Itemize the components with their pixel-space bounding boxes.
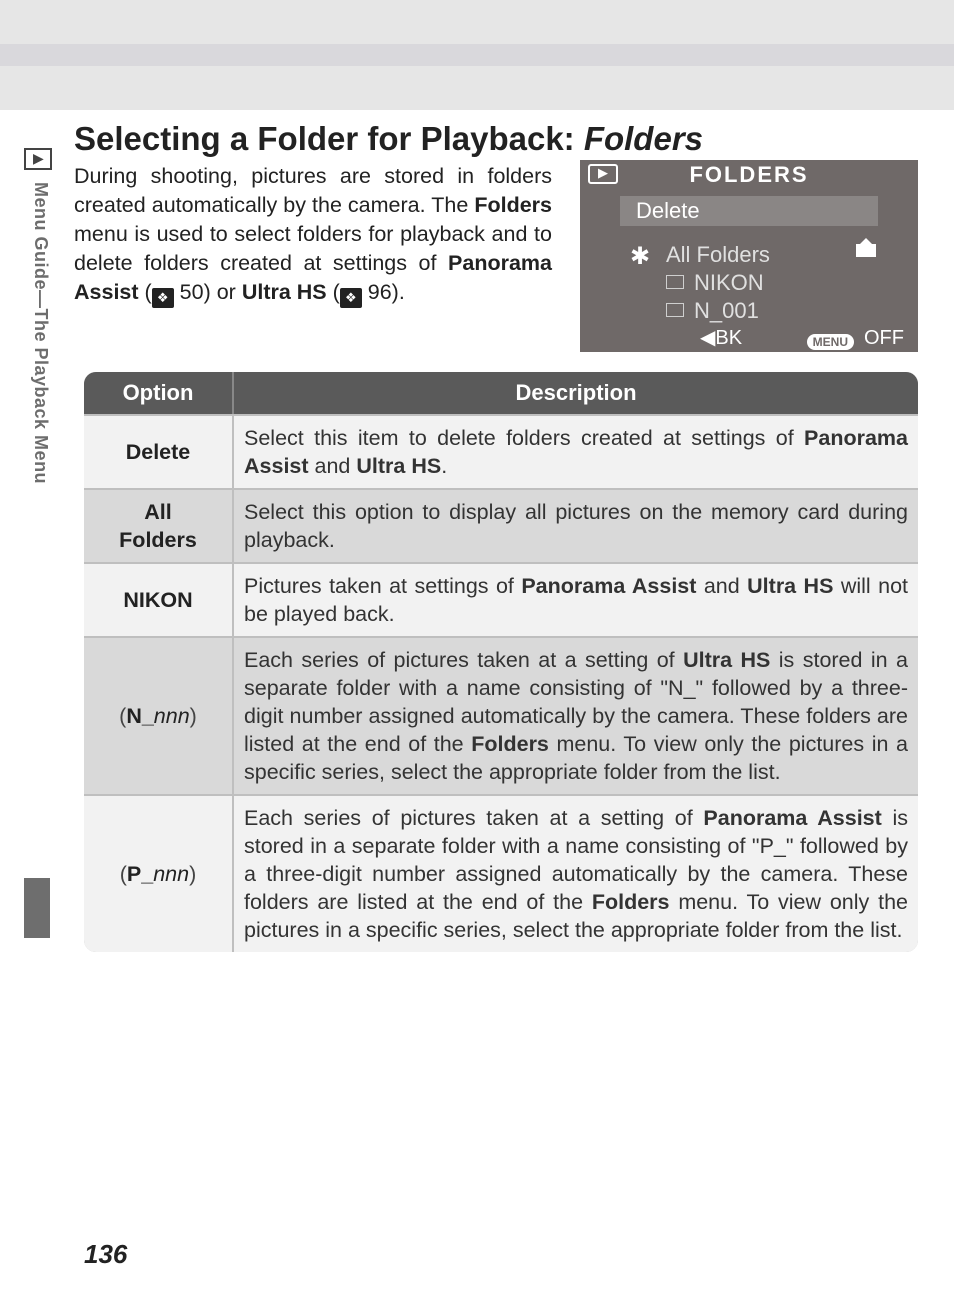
opt-all-folders: AllFolders <box>84 488 234 562</box>
section-heading: Selecting a Folder for Playback: Folders <box>74 120 703 158</box>
lcd-row-nikon-text: NIKON <box>694 270 764 295</box>
star-icon: ✱ <box>630 242 650 271</box>
folder-icon <box>666 275 684 289</box>
desc-delete: Select this item to delete folders creat… <box>234 414 918 488</box>
opt-delete: Delete <box>84 414 234 488</box>
desc-p-nnn: Each series of pictures taken at a setti… <box>234 794 918 952</box>
side-accent <box>24 878 50 938</box>
table-row: (N_nnn) Each series of pictures taken at… <box>84 636 918 794</box>
folder-icon <box>666 303 684 317</box>
lcd-screenshot: FOLDERS 🗀🗑 Delete ✱ All Folders NIKON N_… <box>580 160 918 352</box>
heading-ital: Folders <box>584 120 703 157</box>
opt-p-nnn: (P_nnn) <box>84 794 234 952</box>
lcd-title: FOLDERS <box>580 162 918 188</box>
page-number: 136 <box>84 1239 127 1270</box>
lcd-row-nikon: NIKON <box>666 270 764 296</box>
lcd-row-n001-text: N_001 <box>694 298 759 323</box>
opt-nikon: NIKON <box>84 562 234 636</box>
table-header-row: Option Description <box>84 372 918 414</box>
desc-n-nnn: Each series of pictures taken at a setti… <box>234 636 918 794</box>
heading-plain: Selecting a Folder for Playback: <box>74 120 584 157</box>
lcd-row-n001: N_001 <box>666 298 759 324</box>
intro-paragraph: During shooting, pictures are stored in … <box>74 162 552 308</box>
select-icon <box>856 244 876 260</box>
lcd-row-all: All Folders <box>666 242 770 268</box>
desc-nikon: Pictures taken at settings of Panorama A… <box>234 562 918 636</box>
th-description: Description <box>234 372 918 414</box>
lcd-row-delete: Delete <box>620 196 878 226</box>
lcd-menu-badge: MENU <box>807 334 854 350</box>
top-band <box>0 0 954 110</box>
lcd-back: ◀BK <box>700 325 742 350</box>
options-table: Option Description Delete Select this it… <box>84 372 918 952</box>
table-row: AllFolders Select this option to display… <box>84 488 918 562</box>
table-row: (P_nnn) Each series of pictures taken at… <box>84 794 918 952</box>
opt-n-nnn: (N_nnn) <box>84 636 234 794</box>
playback-icon <box>24 148 52 170</box>
table-row: NIKON Pictures taken at settings of Pano… <box>84 562 918 636</box>
sidebar-label: Menu Guide—The Playback Menu <box>30 182 51 484</box>
lcd-off: OFF <box>864 327 904 350</box>
th-option: Option <box>84 372 234 414</box>
desc-all-folders: Select this option to display all pictur… <box>234 488 918 562</box>
top-band-inner <box>0 44 954 66</box>
table-row: Delete Select this item to delete folder… <box>84 414 918 488</box>
